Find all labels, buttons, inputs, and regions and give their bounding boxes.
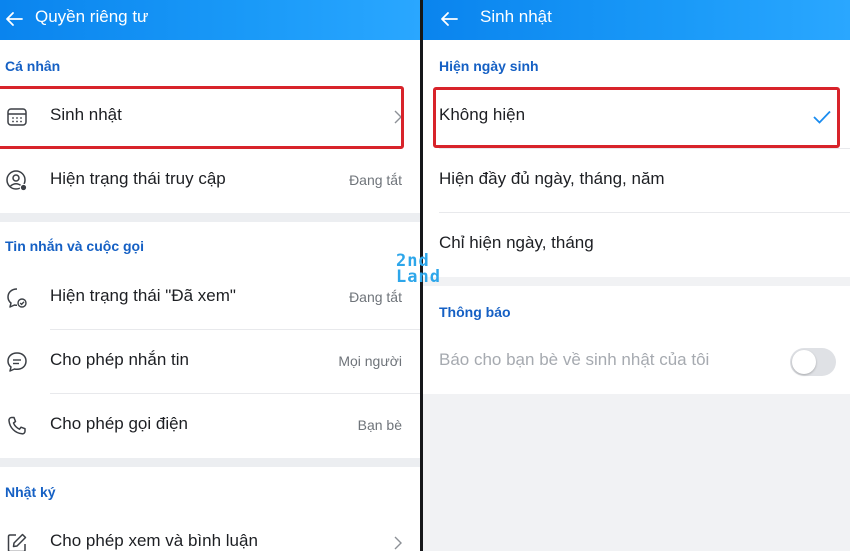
setting-row-birthday[interactable]: Sinh nhật	[0, 85, 420, 149]
option-label: Không hiện	[439, 105, 526, 124]
setting-row-view-comment[interactable]: Cho phép xem và bình luận	[0, 511, 420, 551]
setting-value: Đang tắt	[349, 172, 402, 188]
chevron-right-icon	[393, 109, 403, 125]
setting-value: Mọi người	[338, 353, 402, 369]
setting-row-allow-calls[interactable]: Cho phép gọi điện Bạn bè	[0, 394, 420, 458]
page-title: Quyền riêng tư	[35, 7, 149, 26]
setting-label: Cho phép xem và bình luận	[50, 531, 258, 550]
calendar-icon	[5, 105, 29, 129]
setting-row-notify-friends: Báo cho bạn bè về sinh nhật của tôi	[423, 330, 850, 394]
watermark-logo: 2nd Land	[396, 249, 452, 289]
back-button[interactable]	[435, 5, 465, 33]
setting-row-access-status[interactable]: Hiện trạng thái truy cập Đang tắt	[0, 149, 420, 213]
option-day-month[interactable]: Chỉ hiện ngày, tháng	[423, 213, 850, 277]
user-status-icon	[5, 169, 29, 193]
birthday-header: Sinh nhật	[423, 0, 850, 40]
setting-row-allow-messages[interactable]: Cho phép nhắn tin Mọi người	[0, 330, 420, 394]
seen-chat-icon	[5, 286, 29, 310]
message-icon	[5, 350, 29, 374]
section-label-show-birthday: Hiện ngày sinh	[439, 58, 539, 74]
setting-label: Cho phép gọi điện	[50, 414, 189, 433]
setting-label: Hiện trạng thái truy cập	[50, 169, 226, 188]
setting-value: Bạn bè	[357, 417, 402, 433]
setting-label: Cho phép nhắn tin	[50, 350, 189, 369]
notify-toggle[interactable]	[790, 348, 836, 376]
option-label: Báo cho bạn bè về sinh nhật của tôi	[439, 350, 710, 369]
setting-label: Hiện trạng thái "Đã xem"	[50, 286, 236, 305]
back-arrow-icon	[441, 12, 458, 26]
birthday-screen: Sinh nhật Hiện ngày sinh Không hiện Hiện…	[423, 0, 850, 551]
phone-icon	[5, 414, 29, 438]
toggle-knob	[792, 350, 816, 374]
checkmark-icon	[812, 109, 832, 125]
setting-row-seen-status[interactable]: Hiện trạng thái "Đã xem" Đang tắt	[0, 266, 420, 330]
option-full-date[interactable]: Hiện đầy đủ ngày, tháng, năm	[423, 149, 850, 213]
section-divider	[0, 458, 420, 467]
section-label-notifications: Thông báo	[439, 304, 511, 320]
section-divider	[0, 213, 420, 222]
setting-label: Sinh nhật	[50, 105, 122, 124]
section-label-timeline: Nhật ký	[5, 484, 56, 500]
watermark-line2: Land	[396, 267, 441, 287]
option-hidden[interactable]: Không hiện	[423, 85, 850, 149]
option-label: Chỉ hiện ngày, tháng	[439, 233, 594, 252]
option-label: Hiện đầy đủ ngày, tháng, năm	[439, 169, 665, 188]
privacy-screen: Quyền riêng tư Cá nhân Sinh nhật Hiện tr…	[0, 0, 420, 551]
setting-value: Đang tắt	[349, 289, 402, 305]
chevron-right-icon	[393, 535, 403, 551]
back-button[interactable]	[0, 5, 30, 33]
section-label-personal: Cá nhân	[5, 58, 61, 74]
section-label-messages-calls: Tin nhắn và cuộc gọi	[5, 238, 144, 254]
privacy-header: Quyền riêng tư	[0, 0, 420, 40]
page-title: Sinh nhật	[480, 7, 552, 26]
edit-icon	[5, 531, 29, 551]
back-arrow-icon	[6, 12, 23, 26]
